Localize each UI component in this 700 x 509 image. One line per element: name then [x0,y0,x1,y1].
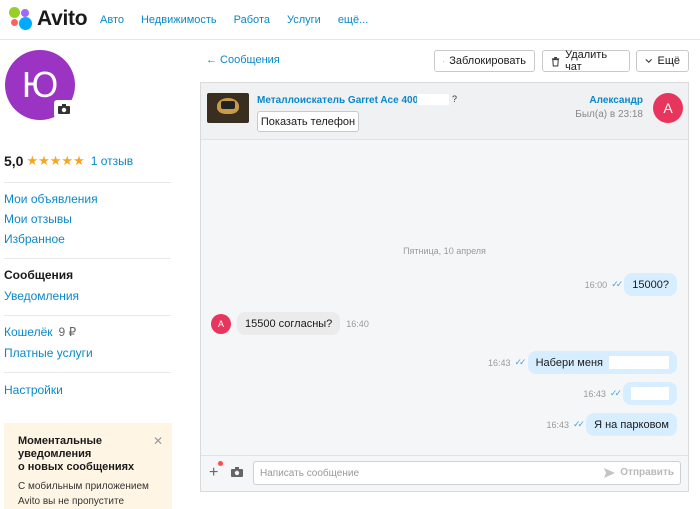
sidebar-item-my-ads[interactable]: Мои объявления [4,192,98,206]
message-bubble [623,382,677,405]
rating-value: 5,0 [4,153,24,169]
more-actions-button[interactable]: Ещё [636,50,689,72]
message-text: 15500 согласны? [245,317,333,330]
sidebar-item-settings[interactable]: Настройки [4,383,63,397]
rating-stars-icon: ★★★★★ [26,153,85,168]
message-incoming: А 15500 согласны? 16:40 [211,312,369,335]
wallet-label: Кошелёк [4,325,53,339]
chat-panel: Металлоискатель Garret Ace 400i ? Показа… [200,82,689,492]
chat-header: Металлоискатель Garret Ace 400i ? Показа… [201,83,688,140]
message-time: 16:43 [583,388,606,399]
message-time: 16:43 [487,357,511,368]
block-user-button[interactable]: Заблокировать [434,50,535,72]
top-bar: Avito Авто Недвижимость Работа Услуги ещ… [0,0,700,40]
send-icon [604,467,616,478]
nav-item-jobs[interactable]: Работа [234,14,270,26]
avito-logo[interactable]: Avito [8,6,88,32]
peer-last-seen: Был(а) в 23:18 [575,109,643,120]
redacted-text [417,94,449,105]
message-outgoing: 16:43 ✓✓ Набери меня [488,351,677,374]
read-checkmark-icon: ✓✓ [611,279,623,289]
logo-text: Avito [37,7,88,30]
sidebar-item-messages[interactable]: Сообщения [4,268,73,282]
message-bubble: Я на парковом [586,413,677,436]
sidebar-divider [4,315,171,316]
nav-item-more[interactable]: ещё... [338,14,368,26]
promo-title: Моментальные уведомления о новых сообщен… [18,435,135,473]
message-time: 16:43 [546,419,569,430]
message-text: Я на парковом [594,418,669,431]
message-bubble: Набери меня [527,351,677,374]
sidebar-item-notifications[interactable]: Уведомления [4,289,79,303]
close-icon[interactable]: ✕ [153,434,163,448]
delete-chat-label: Удалить чат [565,49,608,73]
message-time: 16:00 [584,279,608,290]
promo-body: С мобильным приложением Avito вы не проп… [18,481,149,507]
back-to-messages-link[interactable]: ← Сообщения [206,54,280,66]
attach-plus-icon[interactable]: + [209,464,218,482]
message-bubble: 15000? [624,273,677,296]
sidebar-item-paid-services[interactable]: Платные услуги [4,346,93,360]
block-user-label: Заблокировать [449,55,526,67]
profile-avatar-letter: Ю [21,64,59,105]
peer-avatar-letter: А [663,100,673,116]
nav-item-services[interactable]: Услуги [287,14,321,26]
read-checkmark-icon: ✓✓ [573,419,585,429]
date-separator: Пятница, 10 апреля [403,246,486,256]
trash-icon [551,56,560,67]
main-nav: Авто Недвижимость Работа Услуги ещё... [100,14,385,26]
reviews-link[interactable]: 1 отзыв [91,154,133,168]
change-photo-camera-icon[interactable] [54,100,74,118]
app-promo-banner: Моментальные уведомления о новых сообщен… [4,423,172,509]
read-checkmark-icon: ✓✓ [609,388,622,398]
send-button[interactable]: Отправить [604,467,674,478]
read-checkmark-icon: ✓✓ [514,357,527,367]
peer-name-link[interactable]: Александр [589,95,643,106]
block-user-icon [443,60,445,62]
logo-dots-icon [8,6,34,32]
sidebar-item-my-reviews[interactable]: Мои отзывы [4,212,72,226]
nav-item-auto[interactable]: Авто [100,14,124,26]
more-actions-label: Ещё [657,55,680,67]
sender-avatar: А [211,313,231,334]
send-label: Отправить [620,467,674,478]
message-text: 15000? [632,278,669,291]
redacted-text [631,387,669,400]
show-phone-label: Показать телефон [260,115,356,128]
notification-dot-icon [218,461,223,466]
sidebar-divider [4,372,171,373]
show-phone-button[interactable]: Показать телефон [257,111,359,132]
camera-icon[interactable] [231,466,243,480]
item-title-link[interactable]: Металлоискатель Garret Ace 400i [257,95,421,106]
nav-item-realty[interactable]: Недвижимость [141,14,217,26]
item-thumbnail[interactable] [207,93,249,123]
sidebar-item-wallet[interactable]: Кошелёк 9 ₽ [4,325,76,339]
delete-chat-button[interactable]: Удалить чат [542,49,630,73]
message-composer: + Отправить [201,455,688,491]
profile-rating: 5,0 ★★★★★ 1 отзыв [4,153,133,169]
redacted-text [609,356,669,369]
message-time: 16:40 [346,318,369,329]
message-outgoing: 16:43 ✓✓ [583,382,677,405]
message-text: Набери меня [535,356,603,369]
sidebar-divider [4,182,171,183]
message-bubble: 15500 согласны? [237,312,341,335]
message-outgoing: 16:00 ✓✓ 15000? [585,273,677,296]
wallet-amount: 9 ₽ [58,325,77,339]
message-outgoing: 16:43 ✓✓ Я на парковом [546,413,677,436]
sidebar-divider [4,258,171,259]
peer-avatar[interactable]: А [653,93,683,123]
item-title-suffix: ? [452,94,458,104]
sidebar-item-favorites[interactable]: Избранное [4,232,65,246]
chevron-down-icon [645,58,653,64]
